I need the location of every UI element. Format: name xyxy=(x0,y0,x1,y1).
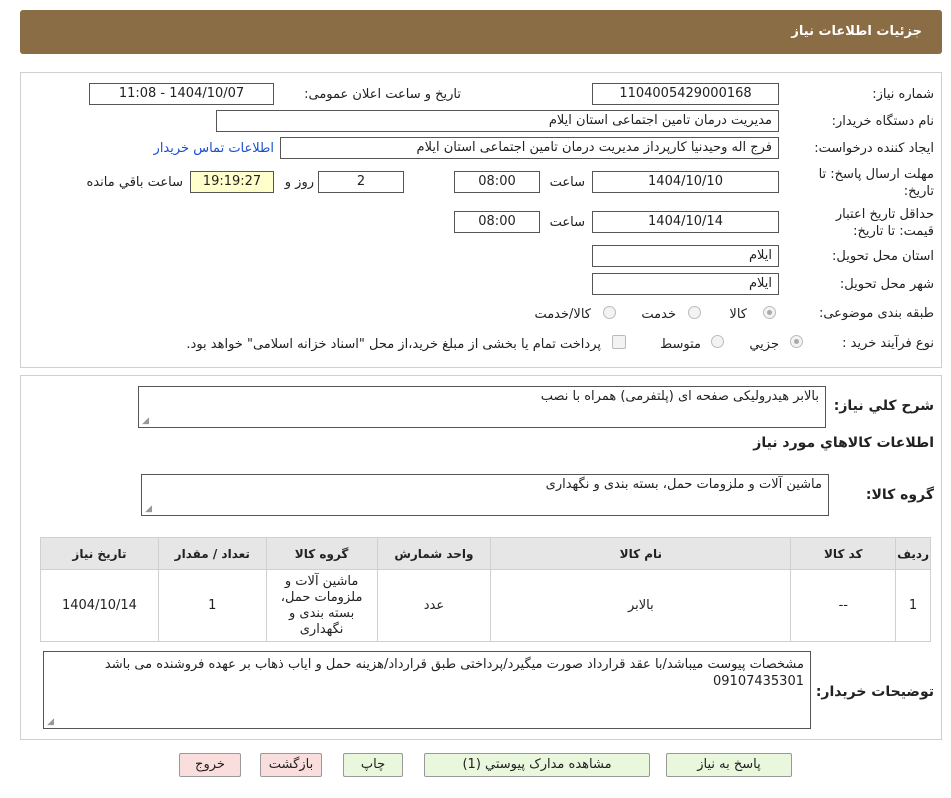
reply-button[interactable]: پاسخ به نیاز xyxy=(666,753,792,777)
page-title: جزئیات اطلاعات نیاز xyxy=(791,24,922,39)
need-number-label: شماره نیاز: xyxy=(872,87,934,102)
resize-grip-icon[interactable]: ◢ xyxy=(144,505,152,514)
goods-heading: اطلاعات کالاهاي مورد نیاز xyxy=(753,435,934,451)
process-label: نوع فرآیند خرید : xyxy=(842,336,934,351)
validity-time-field: 08:00 xyxy=(454,211,540,233)
process-radio-minor[interactable] xyxy=(790,335,803,348)
category-radio-goods[interactable] xyxy=(763,306,776,319)
days-field: 2 xyxy=(318,171,404,193)
announce-field: 1404/10/07 - 11:08 xyxy=(89,83,274,105)
process-radio-medium[interactable] xyxy=(711,335,724,348)
table-header-row: ردیف کد کالا نام کالا واحد شمارش گروه کا… xyxy=(40,537,931,570)
table-row: 1 -- بالابر عدد ماشین آلات و ملزومات حمل… xyxy=(40,569,931,642)
validity-label: حداقل تاریخ اعتبار قیمت: تا تاریخ: xyxy=(835,207,934,239)
col-header-qty: تعداد / مقدار xyxy=(157,537,267,570)
resize-grip-icon[interactable]: ◢ xyxy=(141,417,149,426)
category-option-goods-service: کالا/خدمت xyxy=(534,307,591,322)
remaining-time-field: 19:19:27 xyxy=(190,171,274,193)
announce-label: تاریخ و ساعت اعلان عمومی: xyxy=(304,87,461,102)
city-field: ایلام xyxy=(592,273,779,295)
reply-deadline-label: مهلت ارسال پاسخ: تا تاریخ: xyxy=(818,167,934,199)
cell-date: 1404/10/14 xyxy=(40,569,159,642)
buyer-notes-textarea: مشخصات پیوست میباشد/با عقد قرارداد صورت … xyxy=(43,651,811,729)
cell-qty: 1 xyxy=(157,569,267,642)
category-option-goods: کالا xyxy=(729,307,747,322)
reply-time-field: 08:00 xyxy=(454,171,540,193)
attachments-button[interactable]: مشاهده مدارک پیوستي (1) xyxy=(424,753,650,777)
group-label: گروه کالا: xyxy=(865,487,934,503)
category-label: طبقه بندی موضوعی: xyxy=(818,306,934,321)
city-label: شهر محل تحویل: xyxy=(839,277,934,292)
group-textarea: ماشین آلات و ملزومات حمل، بسته بندی و نگ… xyxy=(141,474,829,516)
col-header-code: کد کالا xyxy=(790,537,897,570)
back-button[interactable]: بازگشت xyxy=(260,753,322,777)
col-header-group: گروه کالا xyxy=(265,537,378,570)
cell-unit: عدد xyxy=(376,569,492,642)
validity-date-field: 1404/10/14 xyxy=(592,211,779,233)
col-header-date: تاریخ نیاز xyxy=(40,537,159,570)
summary-textarea: بالابر هیدرولیکی صفحه ای (پلتفرمی) همراه… xyxy=(138,386,826,428)
cell-name: بالابر xyxy=(490,569,792,642)
requester-label: ایجاد کننده درخواست: xyxy=(814,141,934,156)
buyer-contact-link[interactable]: اطلاعات تماس خریدار xyxy=(154,141,274,156)
cell-group: ماشین آلات و ملزومات حمل، بسته بندی و نگ… xyxy=(265,569,378,642)
buyer-notes-label: توضیحات خریدار: xyxy=(815,684,934,700)
province-field: ایلام xyxy=(592,245,779,267)
category-radio-service[interactable] xyxy=(688,306,701,319)
col-header-name: نام کالا xyxy=(490,537,792,570)
process-option-minor: جزیي xyxy=(749,337,779,352)
page-title-bar: جزئیات اطلاعات نیاز xyxy=(20,10,942,54)
cell-code: -- xyxy=(790,569,897,642)
col-header-unit: واحد شمارش xyxy=(376,537,492,570)
print-button[interactable]: چاپ xyxy=(343,753,403,777)
treasury-checkbox[interactable] xyxy=(612,335,626,349)
process-option-medium: متوسط xyxy=(660,337,701,352)
validity-time-label: ساعت xyxy=(549,215,585,230)
province-label: استان محل تحویل: xyxy=(832,249,934,264)
cell-row-number: 1 xyxy=(895,569,931,642)
treasury-note: پرداخت تمام یا بخشی از مبلغ خرید،از محل … xyxy=(186,337,601,352)
summary-label: شرح کلي نیاز: xyxy=(833,398,934,414)
exit-button[interactable]: خروج xyxy=(179,753,241,777)
buyer-org-label: نام دستگاه خریدار: xyxy=(831,114,934,129)
requester-field: فرج اله وحیدنیا کارپرداز مدیریت درمان تا… xyxy=(280,137,779,159)
buyer-org-field: مدیریت درمان تامین اجتماعی استان ایلام xyxy=(216,110,779,132)
need-number-field: 1104005429000168 xyxy=(592,83,779,105)
reply-time-label: ساعت xyxy=(549,175,585,190)
days-label: روز و xyxy=(284,175,314,190)
col-header-row-number: ردیف xyxy=(895,537,931,570)
category-radio-goods-service[interactable] xyxy=(603,306,616,319)
goods-table: ردیف کد کالا نام کالا واحد شمارش گروه کا… xyxy=(40,537,931,642)
category-option-service: خدمت xyxy=(641,307,676,322)
resize-grip-icon[interactable]: ◢ xyxy=(46,718,54,727)
reply-date-field: 1404/10/10 xyxy=(592,171,779,193)
remaining-label: ساعت باقي مانده xyxy=(86,175,183,190)
